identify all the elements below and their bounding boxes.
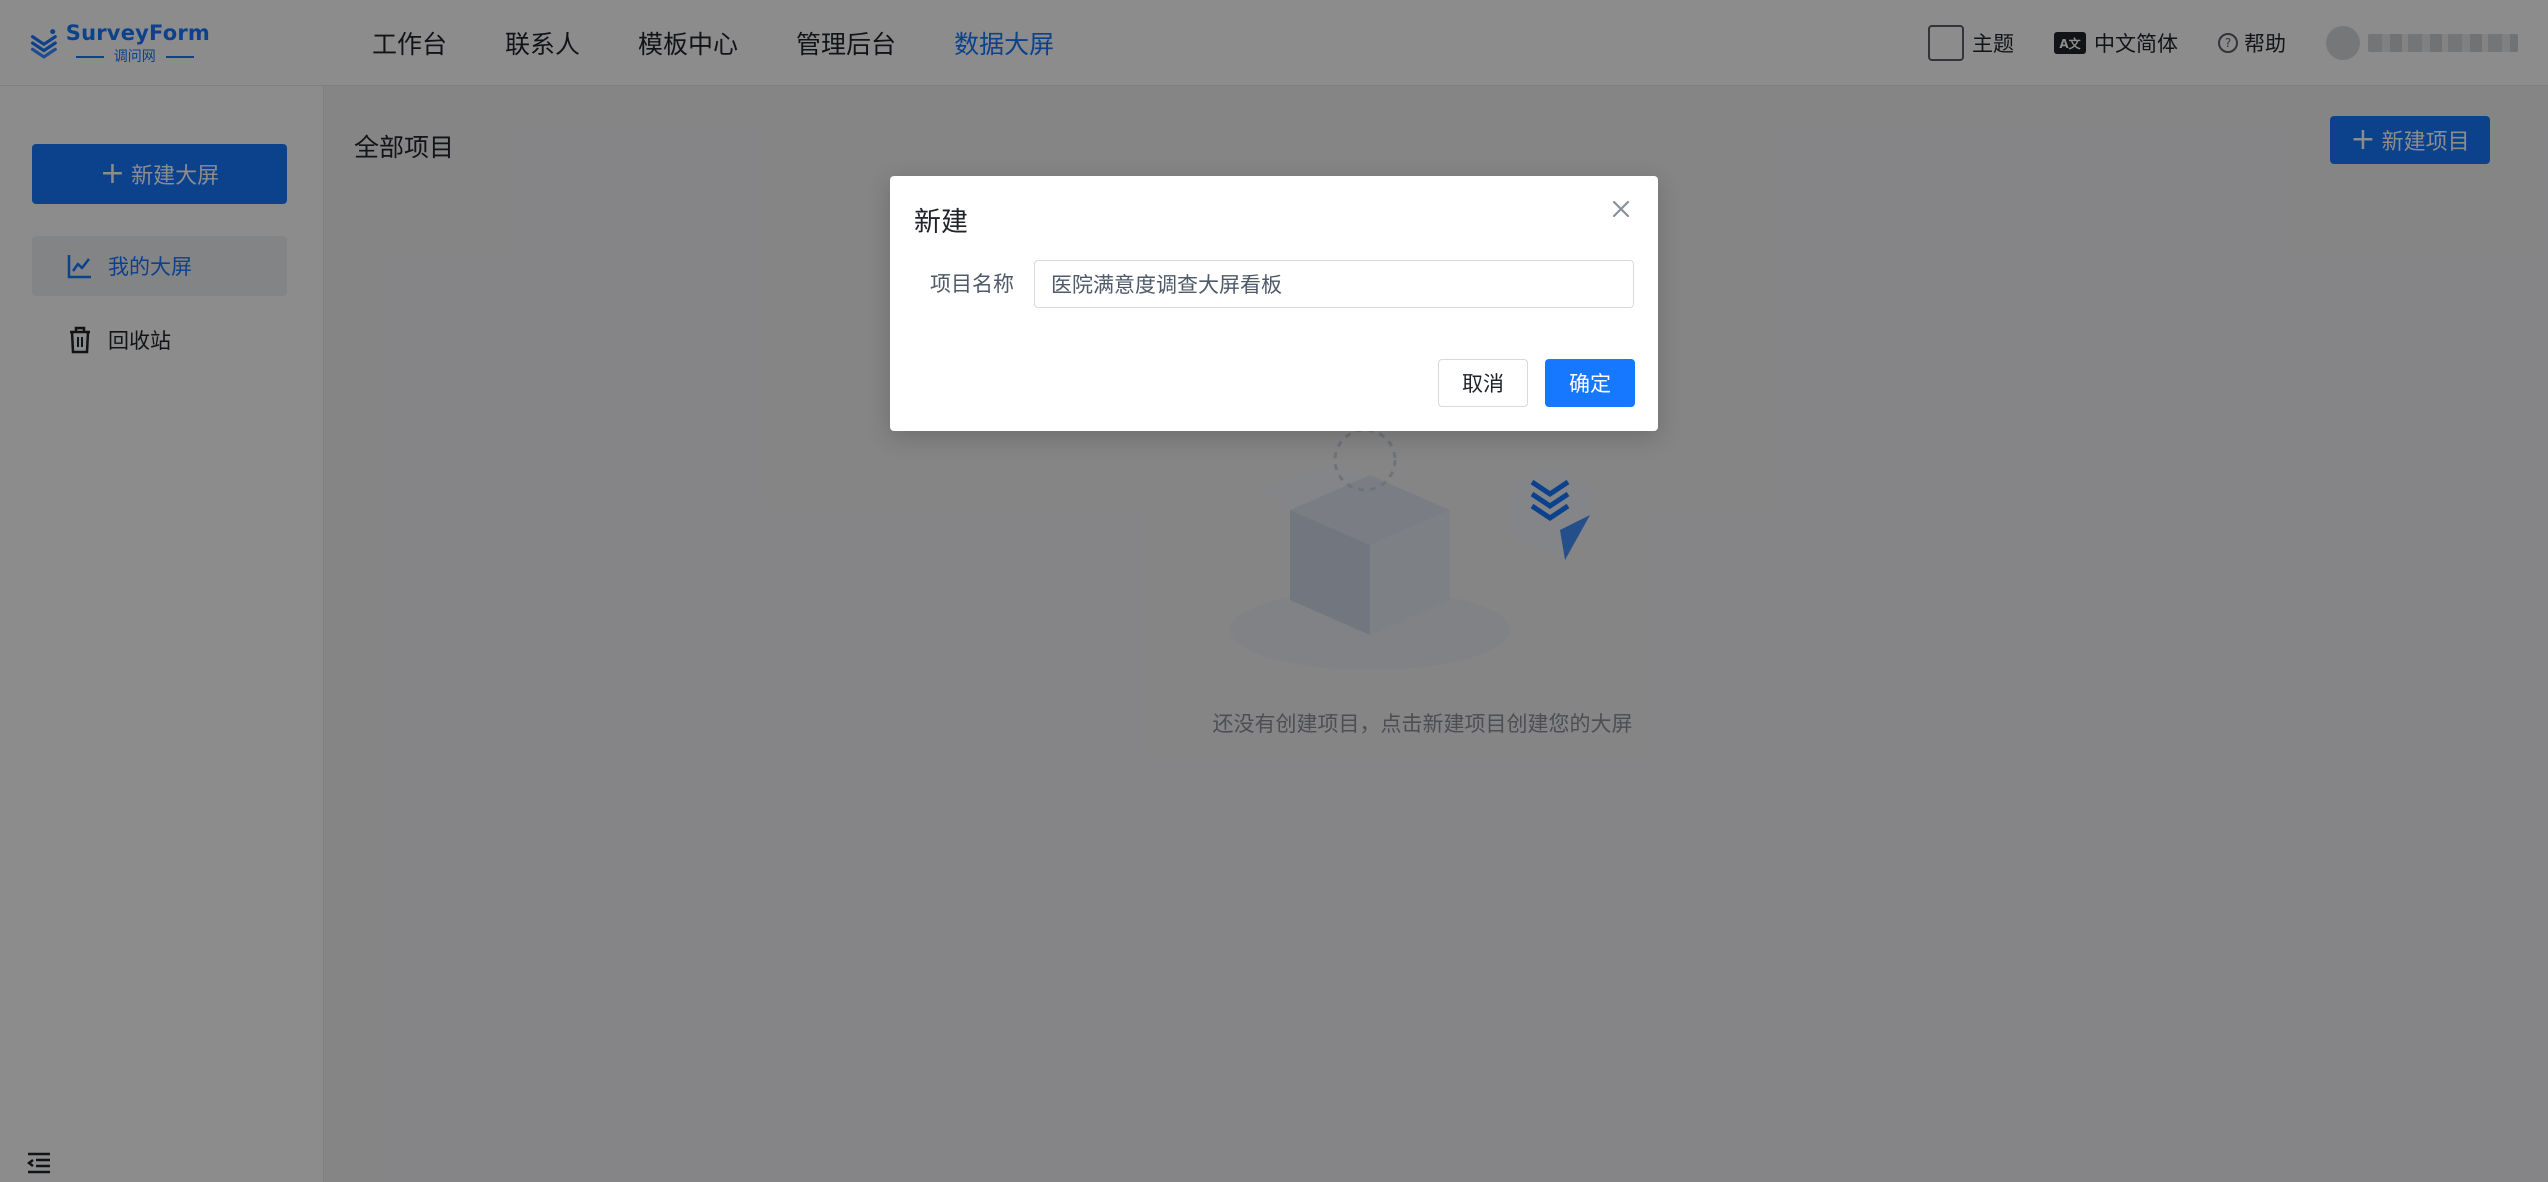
close-icon[interactable] [1608, 196, 1634, 222]
new-project-dialog: 新建 项目名称 取消 确定 [890, 176, 1658, 431]
dialog-title: 新建 [914, 207, 968, 238]
project-name-label: 项目名称 [930, 272, 1014, 296]
confirm-button[interactable]: 确定 [1545, 359, 1635, 407]
cancel-button[interactable]: 取消 [1438, 359, 1528, 407]
project-name-input[interactable] [1034, 260, 1634, 308]
